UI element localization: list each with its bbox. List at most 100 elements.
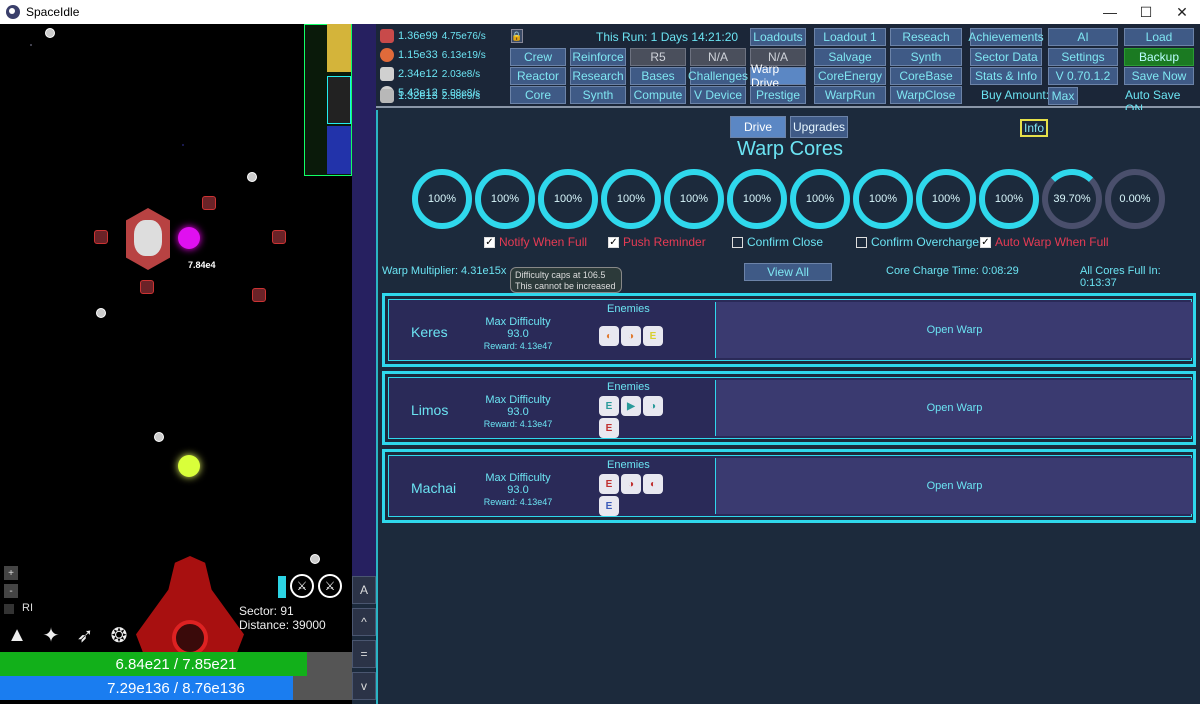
warp-core[interactable]: 39.70% xyxy=(1042,169,1102,229)
warp-run-button[interactable]: WarpRun xyxy=(814,86,886,104)
skill-slot-1-icon[interactable]: ⚔ xyxy=(290,574,314,598)
game-viewport[interactable]: 7.84e4 + - RI ⚔ ⚔ Sector: 91 Distance: 3… xyxy=(0,24,352,704)
save-now-button[interactable]: Save Now xyxy=(1124,67,1194,85)
notify-when-full-option[interactable]: ✓ Notify When Full xyxy=(484,235,587,249)
open-warp-button[interactable]: Open Warp xyxy=(715,380,1193,436)
open-warp-button[interactable]: Open Warp xyxy=(715,458,1193,514)
max-difficulty-label: Max Difficulty xyxy=(485,472,551,484)
side-button-equal[interactable]: = xyxy=(352,640,376,668)
synth-button[interactable]: Synth xyxy=(570,86,626,104)
warp-core[interactable]: 100% xyxy=(979,169,1039,229)
barrel-icon xyxy=(380,67,394,81)
version-button[interactable]: V 0.70.1.2 xyxy=(1048,67,1118,85)
reinforce-button[interactable]: Reinforce xyxy=(570,48,626,66)
enemy-drone xyxy=(45,28,55,38)
warp-core[interactable]: 100% xyxy=(475,169,535,229)
close-button[interactable]: ✕ xyxy=(1164,0,1200,24)
v-device-button[interactable]: V Device xyxy=(690,86,746,104)
crew-button[interactable]: Crew xyxy=(510,48,566,66)
r5-button[interactable]: R5 xyxy=(630,48,686,66)
core-base-button[interactable]: CoreBase xyxy=(890,67,962,85)
warp-slot-icon[interactable] xyxy=(327,126,351,174)
side-button-down[interactable]: v xyxy=(352,672,376,700)
side-button-up[interactable]: ^ xyxy=(352,608,376,636)
warp-close-button[interactable]: WarpClose xyxy=(890,86,962,104)
backup-button[interactable]: Backup xyxy=(1124,48,1194,66)
side-button-a[interactable]: A xyxy=(352,576,376,604)
warp-card-inner: Machai Max Difficulty 93.0 Reward: 4.13e… xyxy=(388,455,1193,517)
ri-checkbox[interactable] xyxy=(4,604,14,614)
bases-button[interactable]: Bases xyxy=(630,67,686,85)
info-button[interactable]: Info xyxy=(1020,119,1048,137)
challenges-button[interactable]: Challenges xyxy=(688,67,748,85)
warp-core[interactable]: 100% xyxy=(538,169,598,229)
synth-button-2[interactable]: Synth xyxy=(890,48,962,66)
tab-drive[interactable]: Drive xyxy=(730,116,786,138)
auto-warp-option[interactable]: ✓ Auto Warp When Full xyxy=(980,235,1109,249)
gear-slot-icon[interactable] xyxy=(327,76,351,124)
warp-core[interactable]: 0.00% xyxy=(1105,169,1165,229)
warp-core[interactable]: 100% xyxy=(727,169,787,229)
notify-when-full-checkbox[interactable]: ✓ xyxy=(484,236,495,248)
warp-card-machai: Machai Max Difficulty 93.0 Reward: 4.13e… xyxy=(382,449,1196,523)
auto-warp-checkbox[interactable]: ✓ xyxy=(980,236,991,248)
prestige-button[interactable]: Prestige xyxy=(750,86,806,104)
confirm-close-checkbox[interactable] xyxy=(732,236,743,248)
skill-slot-2-icon[interactable]: ⚔ xyxy=(318,574,342,598)
view-all-button[interactable]: View All xyxy=(744,263,832,281)
maximize-button[interactable]: ☐ xyxy=(1128,0,1164,24)
settings-button[interactable]: Settings xyxy=(1048,48,1118,66)
load-button[interactable]: Load xyxy=(1124,28,1194,46)
core-button[interactable]: Core xyxy=(510,86,566,104)
achievements-button[interactable]: Achievements xyxy=(968,28,1044,46)
ability-missile-icon[interactable]: ✦ xyxy=(36,620,66,650)
zoom-out-button[interactable]: - xyxy=(4,584,18,598)
reactor-button[interactable]: Reactor xyxy=(510,67,566,85)
open-warp-button[interactable]: Open Warp xyxy=(715,302,1193,358)
max-difficulty-label: Max Difficulty xyxy=(485,316,551,328)
warp-core[interactable]: 100% xyxy=(853,169,913,229)
enemy-type-icon: E xyxy=(599,474,619,494)
na-button-1[interactable]: N/A xyxy=(690,48,746,66)
warp-core[interactable]: 100% xyxy=(412,169,472,229)
ai-button[interactable]: AI xyxy=(1048,28,1118,46)
lock-icon[interactable]: 🔒 xyxy=(511,29,523,43)
loadouts-button[interactable]: Loadouts xyxy=(750,28,806,46)
salvage-button[interactable]: Salvage xyxy=(814,48,886,66)
tab-upgrades[interactable]: Upgrades xyxy=(790,116,848,138)
sector-data-button[interactable]: Sector Data xyxy=(970,48,1042,66)
ability-fleet-icon[interactable]: ▲ xyxy=(2,620,32,650)
ability-blade-icon[interactable]: ➶ xyxy=(70,620,100,650)
section-title: Warp Cores xyxy=(737,138,843,160)
zoom-in-button[interactable]: + xyxy=(4,566,18,580)
minimize-button[interactable]: — xyxy=(1092,0,1128,24)
core-energy-button[interactable]: CoreEnergy xyxy=(814,67,886,85)
research-button[interactable]: Research xyxy=(570,67,626,85)
compute-button[interactable]: Compute xyxy=(630,86,686,104)
warp-difficulty: Max Difficulty 93.0 Reward: 4.13e47 xyxy=(473,472,563,508)
buy-amount-button[interactable]: Max xyxy=(1048,87,1078,105)
resource-rate: 2.03e8/s xyxy=(441,68,481,80)
warp-core[interactable]: 100% xyxy=(916,169,976,229)
push-reminder-option[interactable]: ✓ Push Reminder xyxy=(608,235,706,249)
reseach-button[interactable]: Reseach xyxy=(890,28,962,46)
confirm-overcharge-checkbox[interactable] xyxy=(856,236,867,248)
barrel-slot-icon[interactable] xyxy=(327,24,351,72)
warp-core[interactable]: 100% xyxy=(601,169,661,229)
enemy-type-icon: ◐ xyxy=(643,474,663,494)
warp-core[interactable]: 100% xyxy=(664,169,724,229)
ability-dragon-icon[interactable]: ❂ xyxy=(104,620,134,650)
window-titlebar: SpaceIdle — ☐ ✕ xyxy=(0,0,1200,24)
loadout-1-button[interactable]: Loadout 1 xyxy=(814,28,886,46)
stats-info-button[interactable]: Stats & Info xyxy=(970,67,1042,85)
enemy-type-icon: ◑ xyxy=(621,474,641,494)
reward-value: Reward: 4.13e47 xyxy=(483,419,553,429)
push-reminder-checkbox[interactable]: ✓ xyxy=(608,236,619,248)
confirm-overcharge-option[interactable]: Confirm Overcharge xyxy=(856,235,979,249)
warp-drive-button[interactable]: Warp Drive xyxy=(750,62,806,90)
warp-core[interactable]: 100% xyxy=(790,169,850,229)
resource-row: 2.34e12 2.03e8/s xyxy=(380,65,480,83)
distance-label: Distance: 39000 xyxy=(239,618,326,632)
resource-rate: 6.13e19/s xyxy=(441,49,486,61)
confirm-close-option[interactable]: Confirm Close xyxy=(732,235,823,249)
